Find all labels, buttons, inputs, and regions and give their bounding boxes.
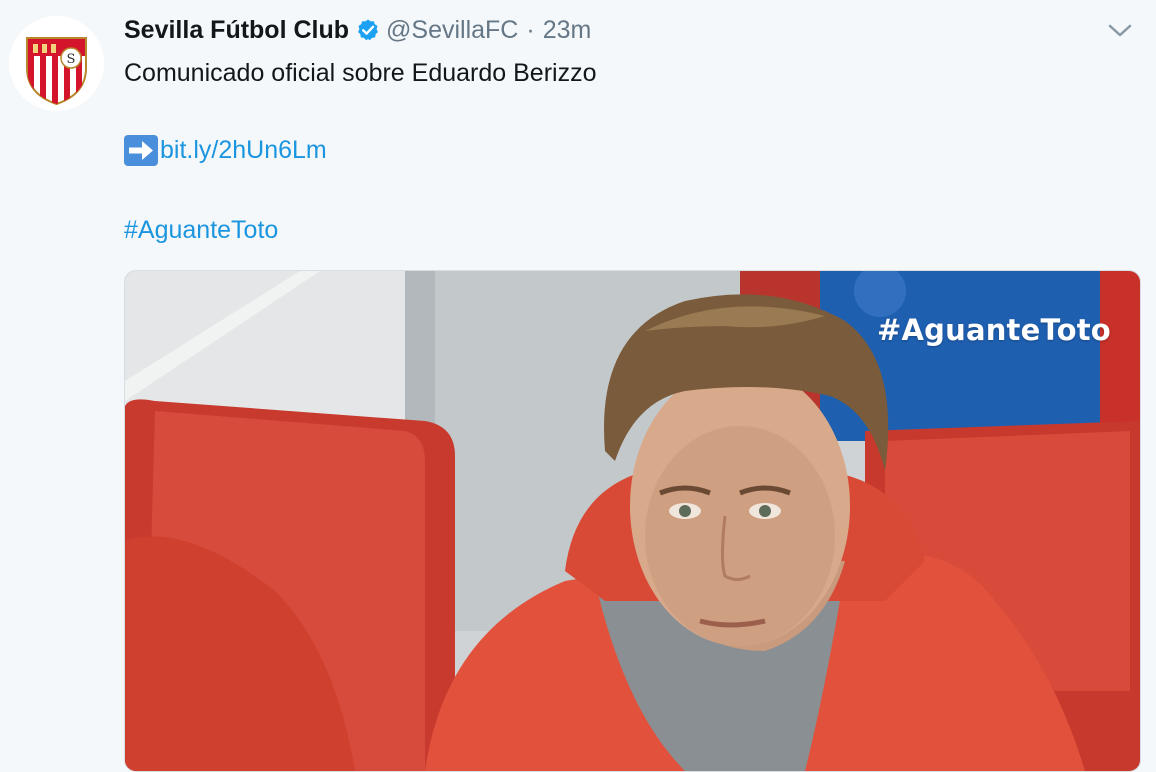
sevilla-crest-icon: S [9, 16, 104, 111]
tweet-link-line: bit.ly/2hUn6Lm [124, 134, 327, 166]
svg-text:S: S [67, 52, 76, 67]
tweet-photo[interactable]: #AguanteToto [124, 270, 1141, 772]
hashtag-link[interactable]: #AguanteToto [124, 216, 278, 244]
tweet-text: Comunicado oficial sobre Eduardo Berizzo [124, 59, 597, 87]
photo-overlay-hashtag: #AguanteToto [877, 313, 1111, 347]
right-arrow-emoji-icon [124, 134, 158, 166]
separator-dot: · [526, 15, 535, 44]
timestamp[interactable]: 23m [543, 16, 592, 45]
verified-badge-icon [358, 19, 378, 41]
avatar[interactable]: S [9, 16, 104, 111]
author-name[interactable]: Sevilla Fútbol Club [124, 16, 349, 45]
tweet-header: Sevilla Fútbol Club @SevillaFC · 23m [124, 14, 591, 46]
chevron-down-icon[interactable] [1106, 20, 1134, 42]
tweet-link[interactable]: bit.ly/2hUn6Lm [160, 134, 327, 166]
tweet-hashtag-line: #AguanteToto [124, 214, 278, 246]
author-handle[interactable]: @SevillaFC [386, 16, 518, 45]
